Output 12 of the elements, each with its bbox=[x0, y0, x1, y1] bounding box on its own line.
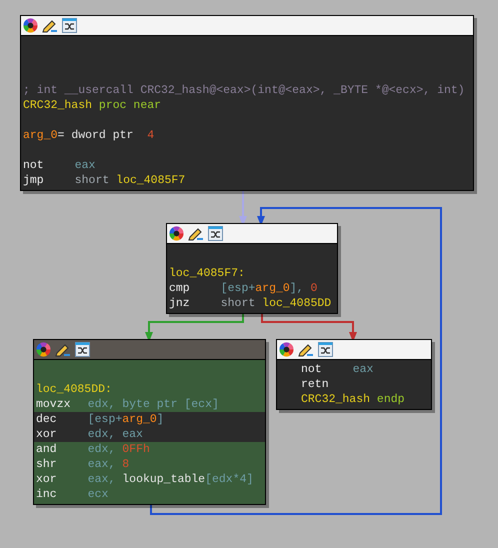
pencil-icon[interactable] bbox=[188, 226, 204, 241]
graph-view-icon[interactable] bbox=[75, 342, 90, 357]
color-wheel-icon[interactable] bbox=[279, 342, 294, 357]
pencil-icon[interactable] bbox=[298, 342, 314, 357]
graph-view-icon[interactable] bbox=[318, 342, 333, 357]
graph-view-icon[interactable] bbox=[62, 18, 77, 33]
color-wheel-icon[interactable] bbox=[36, 342, 51, 357]
pencil-icon[interactable] bbox=[42, 18, 58, 33]
graph-view-icon[interactable] bbox=[208, 226, 223, 241]
color-wheel-icon[interactable] bbox=[169, 226, 184, 241]
color-wheel-icon[interactable] bbox=[23, 18, 38, 33]
pencil-icon[interactable] bbox=[55, 342, 71, 357]
